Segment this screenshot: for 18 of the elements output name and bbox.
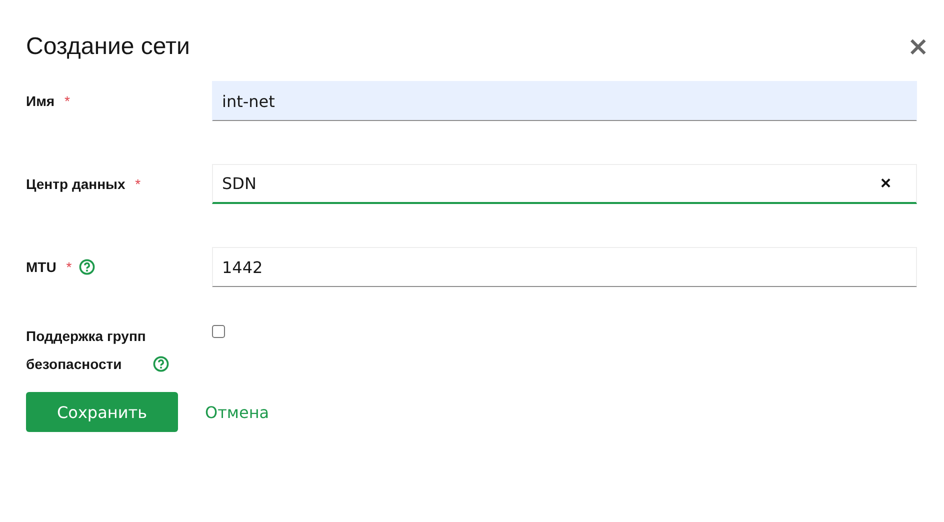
required-mark: * [64, 93, 70, 109]
input-field[interactable]: 1442 [212, 247, 917, 287]
field-label: Имя [26, 93, 55, 109]
help-icon[interactable] [78, 259, 95, 275]
field-label: Центр данных [26, 176, 126, 192]
select-field[interactable]: SDN × [212, 164, 917, 204]
dialog-title: Создание сети [26, 33, 190, 61]
input-field[interactable]: int-net [212, 81, 917, 121]
checkbox[interactable] [212, 325, 225, 338]
close-button[interactable]: × [903, 34, 933, 60]
clear-button[interactable]: × [880, 173, 891, 194]
field-label: Поддержка групп безопасности [26, 327, 146, 374]
help-icon[interactable] [152, 356, 169, 372]
required-mark: * [66, 259, 72, 275]
cancel-link[interactable]: Отмена [205, 402, 270, 422]
field-label: MTU [26, 259, 56, 275]
save-button[interactable]: Сохранить [26, 392, 178, 432]
required-mark: * [135, 176, 141, 192]
